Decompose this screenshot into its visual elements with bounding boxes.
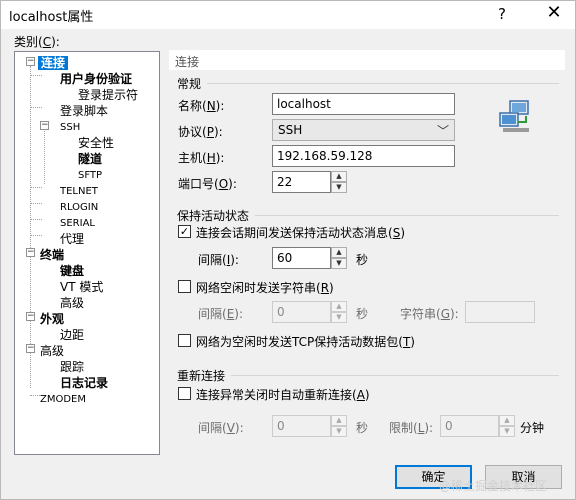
host-label: 主机(H): — [178, 151, 225, 165]
string-field[interactable] — [465, 301, 535, 323]
network-icon — [499, 100, 529, 132]
string-label: 字符串(G): — [400, 307, 459, 321]
tree-item-terminal[interactable]: 终端 — [40, 248, 64, 262]
tree-line — [30, 235, 42, 236]
window-title: localhost属性 — [9, 10, 94, 25]
expand-terminal[interactable]: − — [26, 248, 35, 257]
idle-string-checkbox[interactable] — [178, 280, 191, 293]
name-label: 名称(N): — [178, 99, 225, 113]
tree-item-terminal-advanced[interactable]: 高级 — [60, 296, 84, 310]
tree-item-serial[interactable]: SERIAL — [60, 217, 95, 231]
idle-interval-field[interactable]: 0 — [272, 301, 331, 323]
idle-interval-label: 间隔(E): — [198, 307, 244, 321]
spin-down-icon[interactable]: ▼ — [331, 182, 347, 193]
idle-string-label: 网络空闲时发送字符串(R) — [196, 281, 334, 295]
port-stepper[interactable]: ▲ ▼ — [331, 171, 347, 193]
tree-line — [30, 75, 42, 76]
tree-line — [30, 187, 42, 188]
group-divider — [231, 375, 559, 376]
category-tree[interactable]: − − − − − 连接 用户身份验证 登录提示符 登录脚本 SSH 安全性 隧… — [14, 51, 160, 455]
port-label: 端口号(O): — [178, 177, 237, 191]
tree-item-zmodem[interactable]: ZMODEM — [40, 393, 86, 407]
tree-item-user-auth[interactable]: 用户身份验证 — [60, 72, 132, 86]
spin-up-icon[interactable]: ▲ — [331, 415, 347, 426]
spin-down-icon[interactable]: ▼ — [331, 426, 347, 437]
tree-item-tunnel[interactable]: 隧道 — [78, 152, 102, 166]
expand-appearance[interactable]: − — [26, 312, 35, 321]
close-button[interactable]: ✕ — [541, 2, 567, 26]
limit-stepper[interactable]: ▲ ▼ — [499, 415, 515, 437]
tree-item-login-script[interactable]: 登录脚本 — [60, 104, 108, 118]
tree-item-security[interactable]: 安全性 — [78, 136, 114, 150]
protocol-value: SSH — [278, 123, 303, 137]
reconnect-group-title: 重新连接 — [177, 369, 226, 383]
protocol-select[interactable]: SSH ﹀ — [272, 119, 455, 141]
reconnect-interval-field[interactable]: 0 — [272, 415, 331, 437]
spin-down-icon[interactable]: ▼ — [499, 426, 515, 437]
name-field[interactable]: localhost — [272, 93, 455, 115]
tree-item-sftp[interactable]: SFTP — [78, 169, 102, 183]
tree-item-appearance[interactable]: 外观 — [40, 312, 64, 326]
tcp-keepalive-label: 网络为空闲时发送TCP保持活动数据包(T) — [196, 335, 415, 349]
tree-item-connection[interactable]: 连接 — [38, 56, 69, 70]
general-group-title: 常规 — [177, 77, 202, 91]
tree-item-telnet[interactable]: TELNET — [60, 185, 98, 199]
keepalive-interval-field[interactable]: 60 — [272, 247, 331, 269]
tree-item-ssh[interactable]: SSH — [60, 121, 80, 135]
spin-down-icon[interactable]: ▼ — [331, 312, 347, 323]
reconnect-interval-label: 间隔(V): — [198, 421, 244, 435]
expand-ssh[interactable]: − — [40, 121, 49, 130]
group-divider — [207, 83, 559, 84]
limit-field[interactable]: 0 — [440, 415, 499, 437]
tree-line — [30, 203, 42, 204]
help-button[interactable]: ? — [498, 5, 506, 23]
tree-line — [30, 66, 31, 388]
protocol-label: 协议(P): — [178, 125, 223, 139]
seconds-label: 秒 — [356, 253, 369, 267]
tree-item-vt-mode[interactable]: VT 模式 — [60, 280, 103, 294]
title-bar: localhost属性 ? ✕ — [1, 1, 575, 29]
tree-item-advanced[interactable]: 高级 — [40, 344, 64, 358]
tree-item-keyboard[interactable]: 键盘 — [60, 264, 84, 278]
reconnect-interval-stepper[interactable]: ▲ ▼ — [331, 415, 347, 437]
host-field[interactable]: 192.168.59.128 — [272, 145, 455, 167]
auto-reconnect-checkbox[interactable] — [178, 387, 191, 400]
minutes-label: 分钟 — [520, 421, 545, 435]
expand-connection[interactable]: − — [26, 57, 35, 66]
category-label: 类别(C): — [14, 35, 60, 49]
idle-interval-stepper[interactable]: ▲ ▼ — [331, 301, 347, 323]
tree-item-rlogin[interactable]: RLOGIN — [60, 201, 98, 215]
keepalive-send-checkbox[interactable]: ✓ — [178, 225, 191, 238]
spin-down-icon[interactable]: ▼ — [331, 258, 347, 269]
tree-item-proxy[interactable]: 代理 — [60, 232, 84, 246]
section-title: 连接 — [169, 50, 565, 70]
tree-item-logging[interactable]: 日志记录 — [60, 376, 108, 390]
keepalive-interval-label: 间隔(I): — [198, 253, 239, 267]
tree-item-login-prompt[interactable]: 登录提示符 — [78, 88, 138, 102]
port-field[interactable]: 22 — [272, 171, 331, 193]
group-divider — [255, 215, 559, 216]
expand-advanced[interactable]: − — [26, 344, 35, 353]
seconds-label: 秒 — [356, 421, 369, 435]
tree-line — [30, 107, 42, 108]
tree-item-margin[interactable]: 边距 — [60, 328, 84, 342]
keepalive-send-label: 连接会话期间发送保持活动状态消息(S) — [196, 226, 405, 240]
spin-up-icon[interactable]: ▲ — [331, 247, 347, 258]
spin-up-icon[interactable]: ▲ — [331, 301, 347, 312]
tree-item-trace[interactable]: 跟踪 — [60, 360, 84, 374]
limit-label: 限制(L): — [389, 421, 434, 435]
tcp-keepalive-checkbox[interactable] — [178, 334, 191, 347]
properties-dialog: localhost属性 ? ✕ 类别(C): − − − − − 连接 用户身份… — [0, 0, 576, 500]
keepalive-group-title: 保持活动状态 — [177, 209, 250, 223]
tree-line — [44, 122, 45, 184]
seconds-label: 秒 — [356, 307, 369, 321]
keepalive-interval-stepper[interactable]: ▲ ▼ — [331, 247, 347, 269]
chevron-down-icon: ﹀ — [436, 124, 449, 138]
auto-reconnect-label: 连接异常关闭时自动重新连接(A) — [196, 388, 370, 402]
tree-line — [30, 219, 42, 220]
spin-up-icon[interactable]: ▲ — [331, 171, 347, 182]
spin-up-icon[interactable]: ▲ — [499, 415, 515, 426]
watermark: @稀土掘金技术社区 — [439, 479, 548, 493]
